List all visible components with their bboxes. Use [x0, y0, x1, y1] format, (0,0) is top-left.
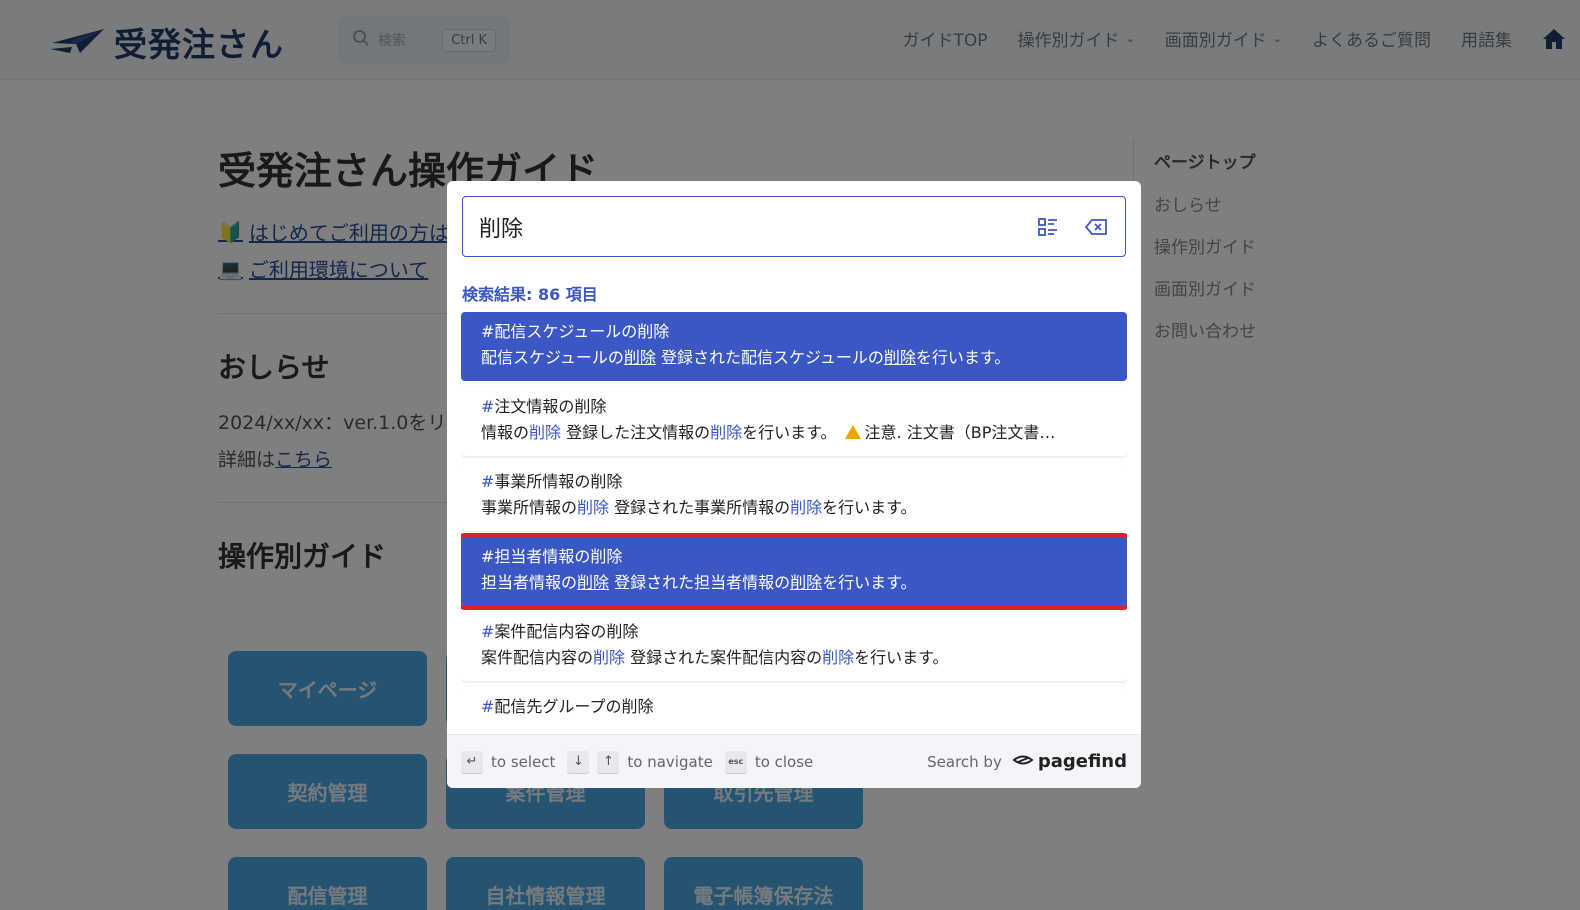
search-results: #配信スケジュールの削除 配信スケジュールの削除 登録された配信スケジュールの削… — [461, 312, 1127, 718]
result-title: 担当者情報の削除 — [494, 547, 623, 566]
select-hint: to select — [491, 752, 556, 771]
filter-list-icon[interactable] — [1035, 214, 1061, 240]
result-title: 注文情報の削除 — [494, 397, 607, 416]
result-excerpt: 情報の削除 登録した注文情報の削除を行います。 注意. 注文書（BP注文書… — [481, 423, 1056, 442]
search-result-item[interactable]: #配信スケジュールの削除 配信スケジュールの削除 登録された配信スケジュールの削… — [461, 312, 1127, 381]
pagefind-mark-icon — [1012, 751, 1034, 772]
search-result-item[interactable]: #案件配信内容の削除 案件配信内容の削除 登録された案件配信内容の削除を行います… — [461, 612, 1127, 681]
result-excerpt: 配信スケジュールの削除 登録された配信スケジュールの削除を行います。 — [481, 348, 1011, 367]
clear-input-icon[interactable] — [1083, 214, 1109, 240]
result-excerpt: 事業所情報の削除 登録された事業所情報の削除を行います。 — [481, 498, 917, 517]
search-result-item[interactable]: #事業所情報の削除 事業所情報の削除 登録された事業所情報の削除を行います。 — [461, 462, 1127, 531]
search-input[interactable]: 削除 — [479, 211, 1013, 243]
result-count: 検索結果: 86 項目 — [462, 285, 598, 304]
search-result-item-highlighted[interactable]: #担当者情報の削除 担当者情報の削除 登録された担当者情報の削除を行います。 — [461, 533, 1127, 610]
arrow-down-key-icon: ↓ — [567, 750, 590, 773]
enter-key-icon: ↵ — [461, 750, 483, 773]
result-title: 配信先グループの削除 — [494, 697, 654, 716]
result-title: 配信スケジュールの削除 — [494, 322, 670, 341]
escape-key-icon: esc — [724, 750, 747, 773]
search-input-wrapper: 削除 — [462, 196, 1126, 257]
navigate-hint: to navigate — [627, 752, 713, 771]
search-result-item[interactable]: #注文情報の削除 情報の削除 登録した注文情報の削除を行います。 注意. 注文書（… — [461, 387, 1127, 456]
pagefind-logo[interactable]: pagefind — [1012, 751, 1127, 772]
search-modal: 削除 検索結果: 86 項目 #配信スケジュールの削除 配信スケジュールの削除 … — [447, 181, 1141, 788]
search-footer: ↵ to select ↓ ↑ to navigate esc to close… — [447, 734, 1141, 788]
result-title: 事業所情報の削除 — [494, 472, 623, 491]
search-result-item[interactable]: #配信先グループの削除 — [461, 687, 1127, 718]
result-title: 案件配信内容の削除 — [494, 622, 639, 641]
search-by: Search by pagefind — [927, 751, 1127, 772]
result-excerpt: 担当者情報の削除 登録された担当者情報の削除を行います。 — [481, 573, 917, 592]
result-excerpt: 案件配信内容の削除 登録された案件配信内容の削除を行います。 — [481, 648, 949, 667]
arrow-up-key-icon: ↑ — [597, 750, 620, 773]
close-hint: to close — [754, 752, 814, 771]
warning-icon — [844, 425, 861, 439]
